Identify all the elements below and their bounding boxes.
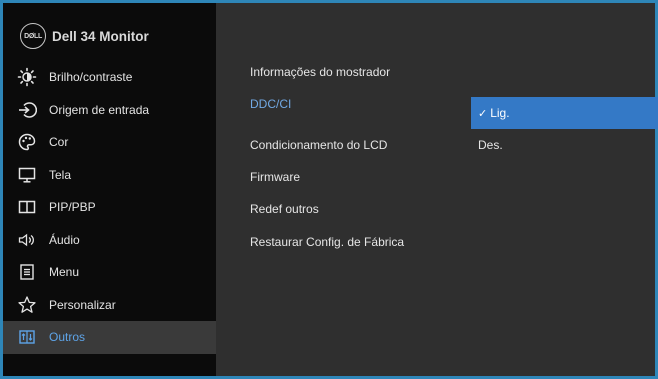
menu-label: Áudio (49, 232, 80, 247)
menu-item-outros[interactable]: Outros (3, 321, 216, 354)
color-palette-icon (17, 132, 37, 152)
menu-label: Menu (49, 265, 80, 280)
brightness-icon (17, 67, 37, 87)
menu-icon (17, 262, 37, 282)
others-icon (17, 327, 37, 347)
main-menu: Brilho/contraste Origem de entrada Cor T… (3, 61, 216, 354)
menu-item-personalizar[interactable]: Personalizar (3, 289, 216, 322)
submenu-label: Lig. (490, 106, 510, 120)
submenu-label: Des. (478, 138, 503, 152)
menu-label: Origem de entrada (49, 102, 150, 117)
menu-item-pip-pbp[interactable]: PIP/PBP (3, 191, 216, 224)
option-firmware[interactable]: Firmware (250, 170, 300, 184)
checkmark-icon: ✓ (478, 107, 488, 120)
input-source-icon (17, 100, 37, 120)
osd-sidebar: DØLL Dell 34 Monitor Brilho/contraste Or… (3, 3, 216, 376)
menu-label: Tela (49, 167, 72, 182)
option-condicionamento-do-lcd[interactable]: Condicionamento do LCD (250, 138, 387, 152)
menu-item-brilho-contraste[interactable]: Brilho/contraste (3, 61, 216, 94)
monitor-model-title: Dell 34 Monitor (52, 28, 149, 44)
menu-label: Personalizar (49, 297, 116, 312)
display-icon (17, 165, 37, 185)
monitor-osd-window: DØLL Dell 34 Monitor Brilho/contraste Or… (0, 0, 658, 379)
brand-header: DØLL Dell 34 Monitor (20, 23, 149, 49)
menu-item-tela[interactable]: Tela (3, 159, 216, 192)
menu-label: Brilho/contraste (49, 70, 133, 85)
option-redef-outros[interactable]: Redef outros (250, 202, 319, 216)
star-icon (17, 295, 37, 315)
submenu-option-lig[interactable]: ✓ Lig. (471, 97, 658, 129)
menu-label: PIP/PBP (49, 200, 96, 215)
menu-label: Cor (49, 135, 69, 150)
menu-label: Outros (49, 330, 86, 345)
options-panel: Informações do mostrador DDC/CI Condicio… (216, 3, 658, 376)
menu-item-menu[interactable]: Menu (3, 256, 216, 289)
option-informacoes-do-mostrador[interactable]: Informações do mostrador (250, 65, 390, 79)
menu-item-cor[interactable]: Cor (3, 126, 216, 159)
speaker-icon (17, 230, 37, 250)
option-ddc-ci[interactable]: DDC/CI (250, 97, 291, 111)
submenu-option-des[interactable]: Des. (471, 129, 658, 161)
pip-pbp-icon (17, 197, 37, 217)
menu-item-origem-de-entrada[interactable]: Origem de entrada (3, 94, 216, 127)
menu-item-audio[interactable]: Áudio (3, 224, 216, 257)
dell-logo: DØLL (20, 23, 46, 49)
option-restaurar-config-fabrica[interactable]: Restaurar Config. de Fábrica (250, 235, 404, 249)
